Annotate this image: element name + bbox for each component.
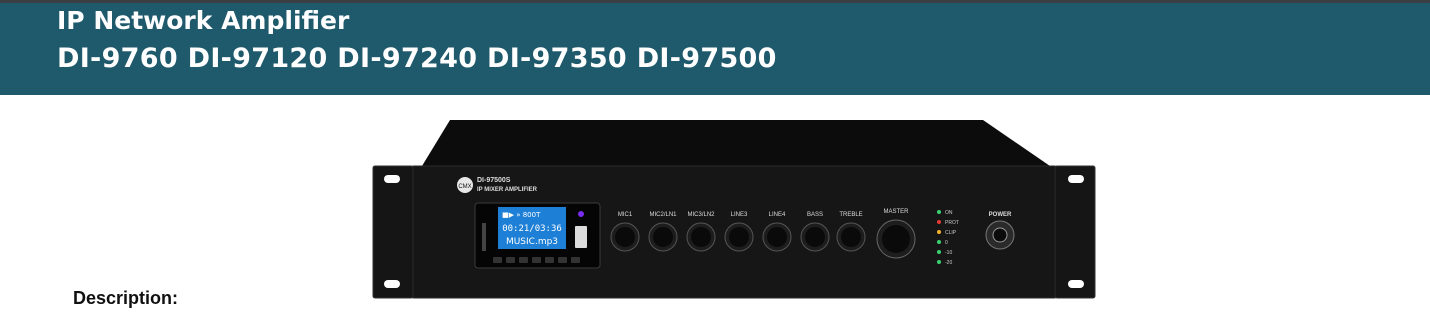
power-icon [992, 227, 1008, 243]
led-label: 0 [945, 240, 948, 246]
media-button [532, 257, 541, 263]
knob-cap [882, 225, 910, 253]
led [937, 250, 941, 254]
knob-label: MIC3/LN2 [687, 212, 715, 218]
led [937, 220, 941, 224]
rack-hole [1068, 280, 1084, 288]
power-label: POWER [989, 212, 1012, 218]
ir-indicator [578, 211, 584, 217]
knob-label: TREBLE [839, 212, 862, 218]
usb-port [575, 226, 587, 248]
rack-hole [384, 280, 400, 288]
lcd-filename: MUSIC.mp3 [506, 237, 558, 247]
media-button [493, 257, 502, 263]
led-label: CLIP [945, 230, 957, 236]
sd-slot [482, 223, 486, 251]
knob-treble: TREBLE [836, 212, 866, 252]
led-label: -20 [945, 260, 952, 266]
lcd-time: 00:21/03:36 [502, 224, 562, 234]
led [937, 230, 941, 234]
knob-cap [653, 227, 673, 247]
media-button [545, 257, 554, 263]
media-button [571, 257, 580, 263]
knob-label: MIC2/LN1 [649, 212, 677, 218]
knob-cap [729, 227, 749, 247]
model-list: DI-9760 DI-97120 DI-97240 DI-97350 DI-97… [57, 43, 777, 74]
brand-logo-text: CMX [458, 184, 471, 190]
knob-mic3-ln2: MIC3/LN2 [686, 212, 716, 252]
page-title: IP Network Amplifier [57, 6, 350, 35]
page-header: IP Network Amplifier DI-9760 DI-97120 DI… [0, 3, 1430, 95]
media-button [506, 257, 515, 263]
knob-cap [805, 227, 825, 247]
led-label: PROT [945, 220, 959, 226]
knob-cap [767, 227, 787, 247]
description-heading: Description: [73, 288, 179, 308]
rack-ear-right [1054, 165, 1096, 299]
led [937, 210, 941, 214]
rack-ear-left [372, 165, 414, 299]
knob-mic2-ln1: MIC2/LN1 [648, 212, 678, 252]
knob-label: BASS [807, 212, 823, 218]
led-label: -10 [945, 250, 952, 256]
media-button [519, 257, 528, 263]
media-button [558, 257, 567, 263]
knob-label: MIC1 [618, 212, 633, 218]
amplifier-image: CMX DI-97500S IP MIXER AMPLIFIER ■▶ » 80… [372, 120, 1096, 299]
lcd-status: ■▶ » 800T [502, 211, 541, 219]
rack-hole [384, 175, 400, 183]
knob-cap [691, 227, 711, 247]
led [937, 260, 941, 264]
chassis-top [422, 120, 1050, 166]
knob-cap [615, 227, 635, 247]
model-subtitle: IP MIXER AMPLIFIER [477, 187, 538, 193]
knob-label: LINE4 [769, 212, 786, 218]
led [937, 240, 941, 244]
media-buttons [493, 257, 580, 263]
knob-cap [841, 227, 861, 247]
led-label: ON [945, 210, 953, 216]
model-label: DI-97500S [477, 177, 511, 184]
knob-label: LINE3 [731, 212, 748, 218]
knob-label: MASTER [883, 209, 909, 215]
rack-hole [1068, 175, 1084, 183]
